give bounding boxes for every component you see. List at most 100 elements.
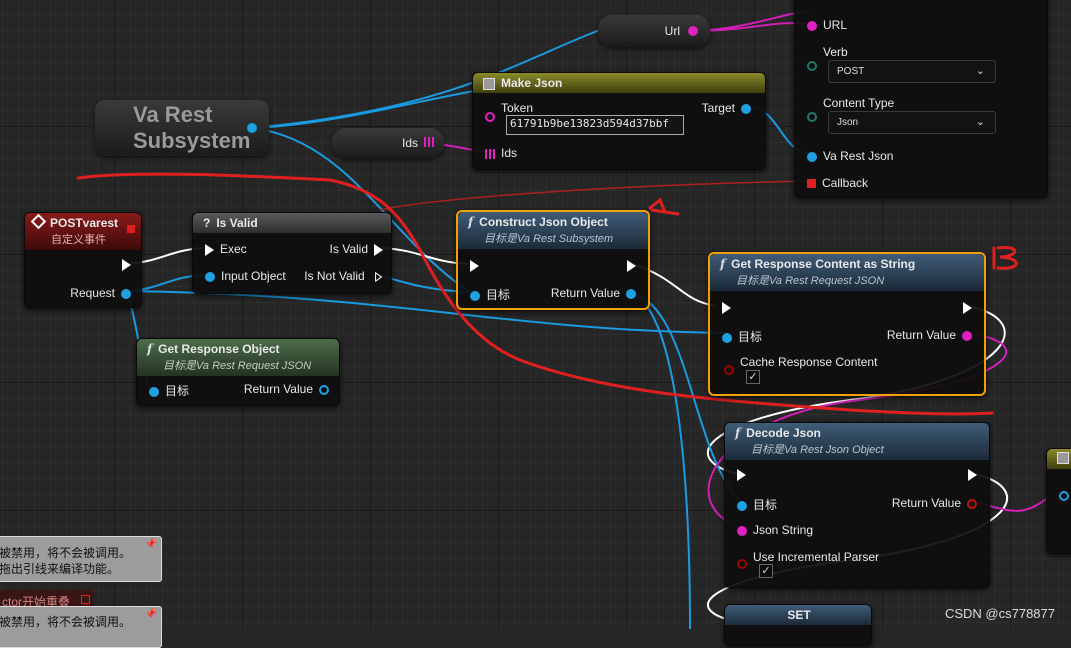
ids-output-pin[interactable] xyxy=(424,137,434,147)
target-label: 目标 xyxy=(486,288,511,302)
url-input-pin[interactable]: URL xyxy=(807,18,847,32)
target-dot[interactable] xyxy=(470,290,480,301)
watermark: CSDN @cs778877 xyxy=(944,606,1055,621)
content-type-label: Content Type xyxy=(823,96,895,110)
url-variable-label: Url xyxy=(664,24,680,38)
request-pin[interactable]: Request xyxy=(70,286,131,300)
target-pin[interactable]: Target xyxy=(702,101,751,115)
is-valid-exec-in[interactable]: Exec xyxy=(205,242,247,256)
url-variable-node[interactable]: Url xyxy=(598,15,710,47)
is-valid-out[interactable]: Is Valid xyxy=(330,242,383,256)
subsystem-getter-node[interactable]: Va Rest Subsystem xyxy=(95,100,269,156)
make-json-node[interactable]: Make Json Token 61791b9be13823d594d37bbf… xyxy=(472,72,766,170)
target-label: Target xyxy=(701,101,735,115)
exec-in-pin[interactable] xyxy=(205,243,214,256)
is-valid-header: ? Is Valid xyxy=(193,213,391,233)
decode-json-node[interactable]: f Decode Json 目标是Va Rest Json Object 目标 R… xyxy=(724,422,990,588)
token-pin-dot[interactable] xyxy=(485,112,495,122)
exec-in-pin[interactable] xyxy=(722,302,731,314)
return-dot[interactable] xyxy=(967,498,977,509)
url-pin-dot[interactable] xyxy=(807,20,817,31)
return-label: Return Value xyxy=(886,328,956,342)
is-valid-node[interactable]: ? Is Valid Exec Input Object Is Valid Is … xyxy=(192,212,392,294)
va-rest-json-pin[interactable]: Va Rest Json xyxy=(807,149,893,163)
grc-return-pin[interactable]: Return Value xyxy=(887,328,972,342)
incremental-pin-dot[interactable] xyxy=(737,559,747,569)
subsystem-output-pin[interactable] xyxy=(247,123,257,133)
construct-target-pin[interactable]: 目标 xyxy=(470,286,510,303)
content-type-pin-dot[interactable] xyxy=(807,112,817,122)
offscreen-node[interactable] xyxy=(1046,448,1071,554)
va-rest-request-node[interactable]: URL Verb POST ⌄ Content Type Json ⌄ Va R… xyxy=(794,0,1048,198)
exec-out-pin[interactable] xyxy=(968,469,977,481)
verb-value: POST xyxy=(837,66,865,77)
json-pin-dot[interactable] xyxy=(807,151,817,162)
target-label: 目标 xyxy=(738,330,763,344)
cache-response-label: Cache Response Content xyxy=(740,355,878,369)
decode-target-pin[interactable]: 目标 xyxy=(737,496,777,513)
delegate-pin-square[interactable] xyxy=(127,225,135,233)
exec-out-pin[interactable] xyxy=(963,302,972,314)
incremental-checkbox[interactable]: ✓ xyxy=(759,564,773,578)
exec-out-pin[interactable] xyxy=(122,259,131,271)
construct-return-pin[interactable]: Return Value xyxy=(551,286,636,300)
exec-in-pin[interactable] xyxy=(470,260,479,272)
offscreen-node-header xyxy=(1047,449,1071,469)
exec-out-pin[interactable] xyxy=(627,260,636,272)
request-pin-dot[interactable] xyxy=(121,288,131,299)
construct-json-title: Construct Json Object xyxy=(479,215,608,229)
is-valid-input-object[interactable]: Input Object xyxy=(205,269,286,283)
return-label: Return Value xyxy=(891,496,961,510)
ids-variable-node[interactable]: Ids xyxy=(332,128,444,158)
exec-in-pin[interactable] xyxy=(737,469,746,481)
get-response-object-subtitle: 目标是Va Rest Request JSON xyxy=(163,360,312,372)
json-string-pin[interactable]: Json String xyxy=(737,523,813,537)
get-response-content-node[interactable]: f Get Response Content as String 目标是Va Re… xyxy=(708,252,986,396)
url-output-pin[interactable] xyxy=(688,26,698,36)
annotation-mark-a xyxy=(648,197,680,216)
verb-dropdown[interactable]: POST ⌄ xyxy=(828,60,996,83)
target-dot[interactable] xyxy=(149,386,159,397)
return-dot[interactable] xyxy=(319,384,329,395)
function-icon: f xyxy=(735,426,741,440)
input-object-dot[interactable] xyxy=(205,271,215,282)
get-response-object-node[interactable]: f Get Response Object 目标是Va Rest Request … xyxy=(136,338,340,406)
construct-json-node[interactable]: f Construct Json Object 目标是Va Rest Subsys… xyxy=(456,210,650,310)
return-dot[interactable] xyxy=(626,288,636,299)
target-dot[interactable] xyxy=(737,500,747,511)
get-response-object-header: f Get Response Object 目标是Va Rest Request … xyxy=(137,339,339,376)
set-node[interactable]: SET xyxy=(724,604,872,646)
target-pin-dot[interactable] xyxy=(741,103,751,114)
post-event-node[interactable]: POSTvarest 自定义事件 Request xyxy=(24,212,142,308)
disabled-comment-1[interactable]: 被禁用，将不会被调用。 拖出引线来编译功能。 📌 xyxy=(0,536,162,582)
pin-icon[interactable]: 📌 xyxy=(145,609,157,620)
token-input[interactable]: 61791b9be13823d594d37bbf xyxy=(506,115,684,135)
exec-out-pin[interactable] xyxy=(374,243,383,256)
function-icon: f xyxy=(147,342,153,356)
ids-pin[interactable]: Ids xyxy=(485,146,517,160)
return-dot[interactable] xyxy=(962,330,972,341)
disabled-comment-2[interactable]: 被禁用，将不会被调用。 📌 xyxy=(0,606,162,648)
ids-array-icon xyxy=(485,148,495,159)
is-not-valid-out[interactable]: Is Not Valid xyxy=(304,269,383,283)
get-response-content-header: f Get Response Content as String 目标是Va Re… xyxy=(710,254,984,291)
pin-icon[interactable]: 📌 xyxy=(145,539,157,550)
verb-pin-dot[interactable] xyxy=(807,61,817,71)
exec-hollow-pin[interactable] xyxy=(374,271,383,282)
decode-return-pin[interactable]: Return Value xyxy=(892,496,977,510)
exec-label: Exec xyxy=(220,242,247,256)
gro-return-pin[interactable]: Return Value xyxy=(244,382,329,396)
cache-pin-dot[interactable] xyxy=(724,365,734,375)
offscreen-pin-dot[interactable] xyxy=(1059,491,1069,501)
gro-target-pin[interactable]: 目标 xyxy=(149,382,189,399)
grc-target-pin[interactable]: 目标 xyxy=(722,328,762,345)
content-type-dropdown[interactable]: Json ⌄ xyxy=(828,111,996,134)
target-dot[interactable] xyxy=(722,332,732,343)
callback-pin-square[interactable] xyxy=(807,179,816,189)
json-string-dot[interactable] xyxy=(737,525,747,536)
wire-subsystem-to-target xyxy=(251,89,481,129)
decode-json-subtitle: 目标是Va Rest Json Object xyxy=(751,444,884,456)
is-valid-title: Is Valid xyxy=(216,216,258,230)
cache-checkbox[interactable]: ✓ xyxy=(746,370,760,384)
callback-pin[interactable]: Callback xyxy=(807,176,868,190)
